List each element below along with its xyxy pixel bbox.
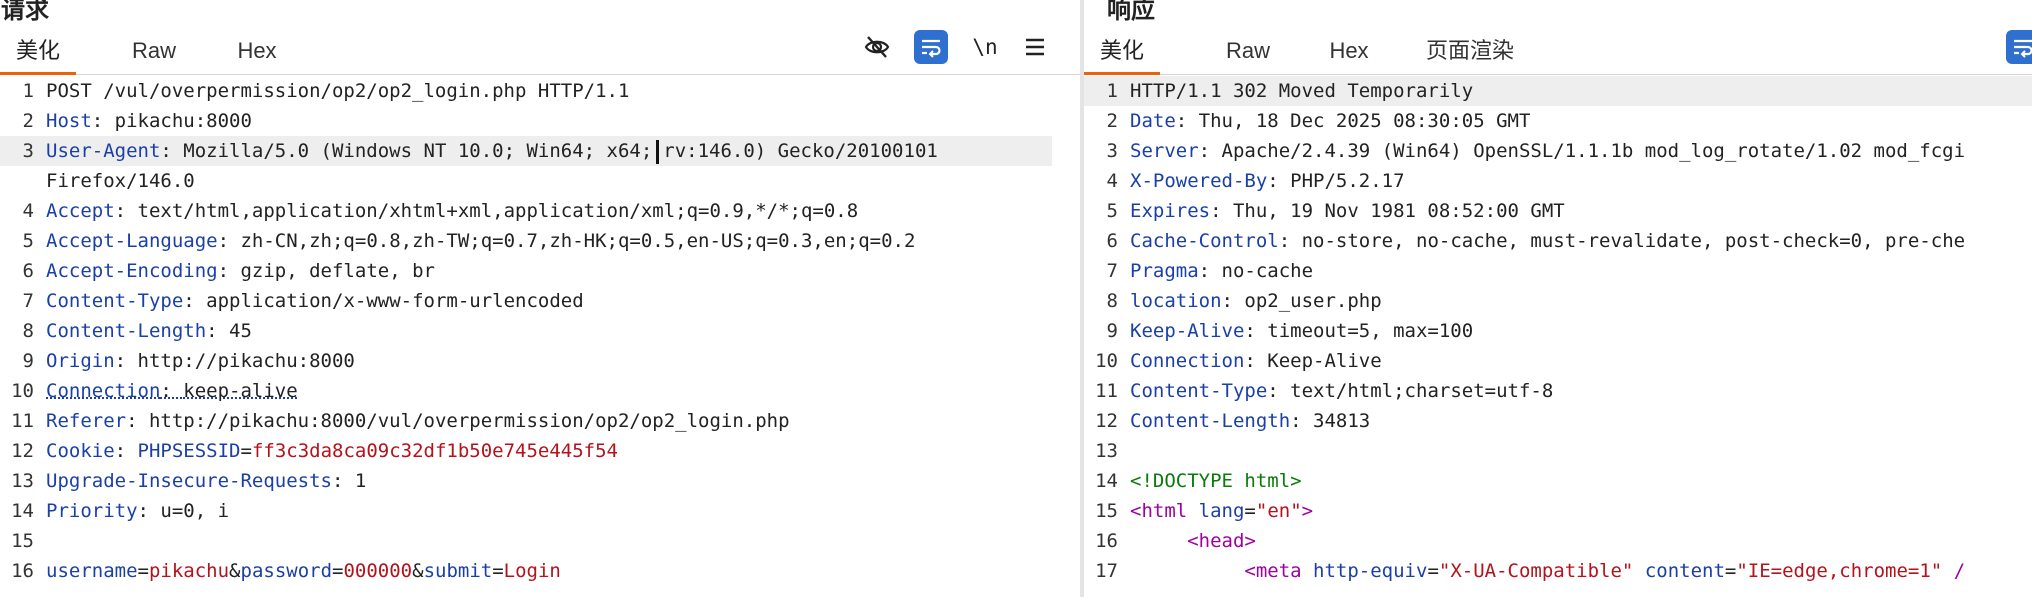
request-tabs: 美化 Raw Hex \n	[0, 0, 1080, 75]
header-line: User-Agent: Mozilla/5.0 (Windows NT 10.0…	[46, 139, 938, 164]
wrap-lines-icon[interactable]	[914, 30, 948, 64]
text-cursor	[656, 139, 660, 164]
response-editor[interactable]: 1 HTTP/1.1 302 Moved Temporarily 2 Date: T…	[1084, 76, 2032, 597]
header-line: Accept-Encoding: gzip, deflate, br	[46, 260, 435, 282]
header-line: Referer: http://pikachu:8000/vul/overper…	[46, 410, 790, 432]
doctype-line: <!DOCTYPE html>	[1130, 470, 1302, 492]
header-line: Accept-Language: zh-CN,zh;q=0.8,zh-TW;q=…	[46, 230, 916, 252]
eye-slash-icon[interactable]	[860, 30, 894, 64]
request-line: POST /vul/overpermission/op2/op2_login.p…	[46, 80, 630, 102]
header-line: Pragma: no-cache	[1130, 260, 1314, 282]
response-tabs: 美化 Raw Hex 页面渲染	[1084, 0, 2032, 75]
header-line: Origin: http://pikachu:8000	[46, 350, 355, 372]
status-line: HTTP/1.1 302 Moved Temporarily	[1130, 80, 1474, 102]
tab-raw[interactable]: Raw	[1218, 36, 1278, 72]
header-line: Upgrade-Insecure-Requests: 1	[46, 470, 367, 492]
header-line: X-Powered-By: PHP/5.2.17	[1130, 170, 1405, 192]
cookie-line: Cookie: PHPSESSID=ff3c3da8ca09c32df1b50e…	[46, 440, 618, 462]
tab-pretty[interactable]: 美化	[0, 36, 76, 75]
body-params-line: username=pikachu&password=000000&submit=…	[46, 560, 561, 582]
tab-raw[interactable]: Raw	[124, 36, 184, 72]
response-pane: 响应 美化 Raw Hex 页面渲染 1 HTTP/1.1 302 Moved T…	[1084, 0, 2032, 597]
wrap-lines-icon[interactable]	[2006, 30, 2032, 64]
head-tag-line: <head>	[1187, 530, 1256, 552]
header-line: Connection: keep-alive	[46, 380, 298, 402]
header-line: Server: Apache/2.4.39 (Win64) OpenSSL/1.…	[1130, 140, 1966, 162]
request-editor[interactable]: 1 POST /vul/overpermission/op2/op2_login.…	[0, 76, 1080, 597]
tab-hex[interactable]: Hex	[1322, 36, 1376, 72]
header-line: Keep-Alive: timeout=5, max=100	[1130, 320, 1474, 342]
header-line: Priority: u=0, i	[46, 500, 230, 522]
header-line: Connection: Keep-Alive	[1130, 350, 1382, 372]
header-line: Accept: text/html,application/xhtml+xml,…	[46, 200, 859, 222]
newline-toggle-button[interactable]: \n	[968, 30, 1002, 64]
meta-tag-line: <meta http-equiv="X-UA-Compatible" conte…	[1244, 560, 1966, 582]
header-line: location: op2_user.php	[1130, 290, 1382, 312]
tab-hex[interactable]: Hex	[230, 36, 284, 72]
tab-pretty[interactable]: 美化	[1084, 36, 1160, 75]
header-line: Content-Type: application/x-www-form-url…	[46, 290, 584, 312]
header-line: Date: Thu, 18 Dec 2025 08:30:05 GMT	[1130, 110, 1531, 132]
request-pane: 请求 美化 Raw Hex \n 1 POST /vul/overpermissi…	[0, 0, 1080, 597]
header-line: Expires: Thu, 19 Nov 1981 08:52:00 GMT	[1130, 200, 1565, 222]
html-tag-line: <html lang="en">	[1130, 500, 1314, 522]
tab-render[interactable]: 页面渲染	[1420, 36, 1520, 72]
header-line-continuation: Firefox/146.0	[46, 170, 195, 192]
header-line: Cache-Control: no-store, no-cache, must-…	[1130, 230, 1966, 252]
hamburger-menu-icon[interactable]	[1018, 30, 1052, 64]
header-line: Content-Type: text/html;charset=utf-8	[1130, 380, 1554, 402]
header-line: Host: pikachu:8000	[46, 110, 252, 132]
header-line: Content-Length: 45	[46, 320, 252, 342]
header-line: Content-Length: 34813	[1130, 410, 1371, 432]
